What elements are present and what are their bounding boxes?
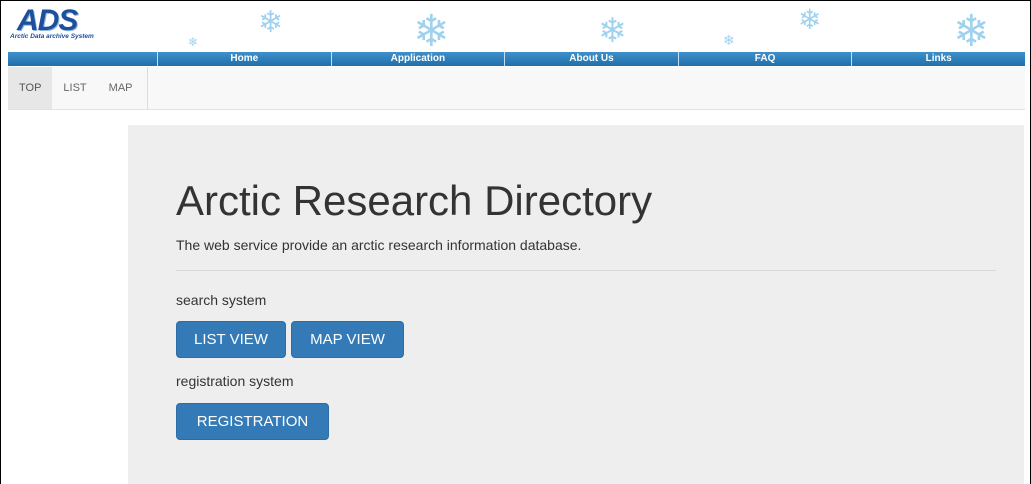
jumbotron: Arctic Research Directory The web servic… (128, 125, 1024, 484)
snowflake-icon: ❄ (798, 3, 822, 36)
nav-item-about-us[interactable]: About Us (505, 52, 679, 66)
main-nav-bar: Home Application About Us FAQ Links (8, 52, 1025, 66)
tab-map[interactable]: MAP (98, 67, 144, 109)
snowflake-icon: ❄ (413, 6, 450, 53)
search-system-label: search system (176, 292, 267, 308)
header-banner: ADS Arctic Data archive System ❄ ❄ ❄ ❄ ❄… (8, 2, 1025, 52)
nav-item-faq[interactable]: FAQ (679, 52, 853, 66)
page-lead: The web service provide an arctic resear… (176, 237, 582, 253)
snowflake-icon: ❄ (258, 5, 284, 40)
page-title: Arctic Research Directory (176, 177, 653, 224)
snowflake-icon: ❄ (188, 35, 199, 49)
logo-subtitle: Arctic Data archive System (10, 33, 94, 40)
ads-logo[interactable]: ADS Arctic Data archive System (8, 4, 124, 47)
snowflake-icon: ❄ (723, 33, 735, 49)
tab-list[interactable]: LIST (52, 67, 97, 109)
tab-divider (146, 67, 148, 110)
nav-spacer (8, 52, 158, 66)
nav-item-home[interactable]: Home (158, 52, 332, 66)
nav-item-links[interactable]: Links (852, 52, 1025, 66)
registration-system-label: registration system (176, 373, 294, 389)
snowflake-icon: ❄ (953, 6, 990, 53)
nav-item-application[interactable]: Application (332, 52, 506, 66)
registration-button[interactable]: REGISTRATION (176, 403, 329, 440)
page-frame: ADS Arctic Data archive System ❄ ❄ ❄ ❄ ❄… (0, 0, 1031, 484)
divider (176, 270, 996, 271)
list-view-button[interactable]: LIST VIEW (176, 321, 286, 358)
map-view-button[interactable]: MAP VIEW (291, 321, 404, 358)
sub-nav-tabs: TOP LIST MAP (8, 67, 1025, 110)
snowflake-icon: ❄ (598, 11, 627, 51)
tab-top[interactable]: TOP (8, 67, 53, 109)
